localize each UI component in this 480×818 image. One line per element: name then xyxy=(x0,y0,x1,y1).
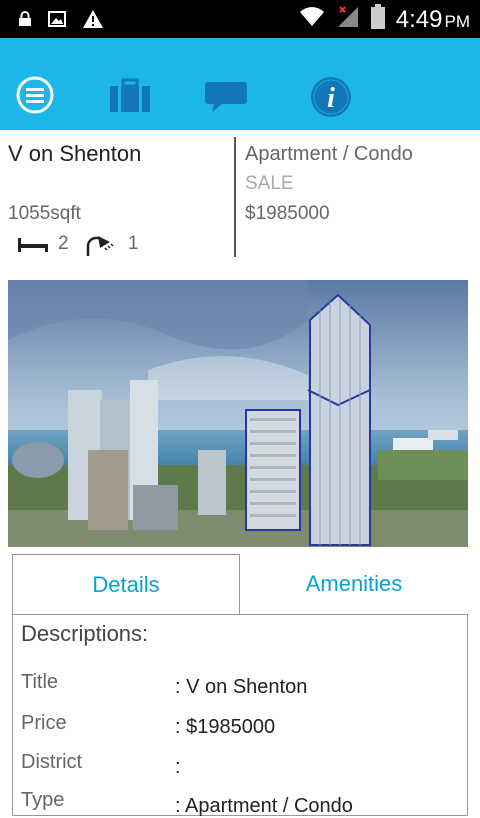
property-price: $1985000 xyxy=(245,203,330,224)
bed-count: 2 xyxy=(58,233,69,254)
row-label-district: District xyxy=(21,751,83,773)
app-toolbar: i xyxy=(0,38,480,130)
descriptions-heading: Descriptions: xyxy=(21,621,149,646)
row-value-district: : xyxy=(175,756,181,778)
chat-icon[interactable] xyxy=(204,80,248,119)
row-label-title: Title xyxy=(21,671,59,693)
status-bar: 4:49 PM xyxy=(0,0,480,38)
row-value-type: : Apartment / Condo xyxy=(175,795,353,817)
row-value-title: : V on Shenton xyxy=(175,676,308,698)
property-photo[interactable] xyxy=(8,280,468,547)
warning-icon xyxy=(82,9,104,34)
tab-details-label: Details xyxy=(92,572,160,597)
property-type: Apartment / Condo xyxy=(245,143,413,165)
signal-icon xyxy=(336,5,360,34)
bed-icon xyxy=(18,236,48,257)
image-icon xyxy=(48,11,66,32)
battery-icon xyxy=(370,4,386,35)
wifi-icon xyxy=(298,6,326,33)
lock-icon xyxy=(18,11,32,32)
tab-details[interactable]: Details xyxy=(12,554,240,615)
tab-amenities-label: Amenities xyxy=(305,571,403,596)
details-panel: Descriptions: Title : V on Shenton Price… xyxy=(12,614,468,817)
property-name: V on Shenton xyxy=(8,141,142,166)
svg-text:i: i xyxy=(327,83,335,114)
bath-count: 1 xyxy=(128,233,139,254)
shower-icon xyxy=(86,234,114,261)
info-icon[interactable]: i xyxy=(310,76,352,123)
info-divider xyxy=(234,137,236,257)
tab-bar: Details Amenities xyxy=(12,554,468,616)
listing-type: SALE xyxy=(245,173,294,194)
briefcase-icon[interactable] xyxy=(108,78,152,119)
tab-amenities[interactable]: Amenities xyxy=(240,554,468,615)
clock: 4:49 PM xyxy=(395,5,470,33)
row-label-type: Type xyxy=(21,789,65,811)
row-value-price: : $1985000 xyxy=(175,716,276,738)
row-label-price: Price xyxy=(21,712,67,734)
property-size: 1055sqft xyxy=(8,203,81,224)
menu-icon[interactable] xyxy=(16,76,54,119)
